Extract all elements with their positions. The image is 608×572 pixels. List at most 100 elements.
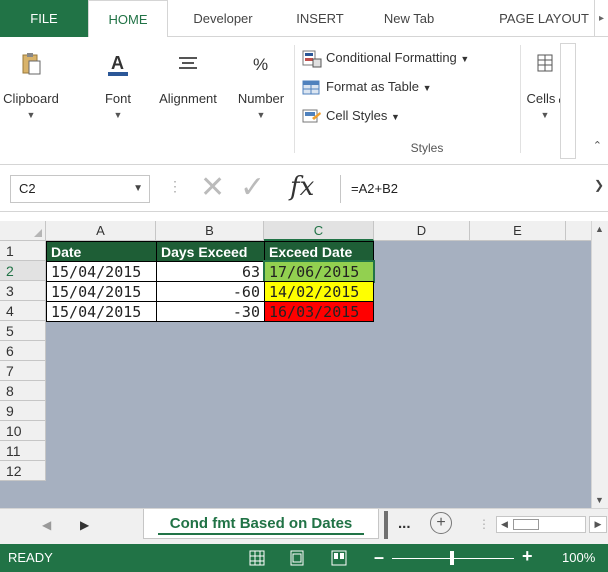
exceed-date-cell[interactable]: 14/02/2015: [264, 281, 374, 302]
scrollbar-thumb[interactable]: [513, 519, 539, 530]
row-header[interactable]: 10: [0, 421, 46, 441]
format-as-table-icon: [302, 79, 322, 97]
column-header-a[interactable]: A: [46, 221, 156, 241]
drag-handle-icon[interactable]: ⋮: [478, 517, 490, 531]
conditional-formatting-icon: [302, 50, 322, 68]
tab-file[interactable]: FILE: [0, 0, 88, 37]
exceed-date-cell[interactable]: 17/06/2015: [263, 260, 375, 283]
days-exceed-cell[interactable]: -30: [156, 301, 265, 322]
horizontal-scrollbar[interactable]: ◀ ▶: [496, 516, 607, 533]
font-button[interactable]: A Font ▼: [96, 45, 140, 155]
chevron-down-icon: ▼: [391, 112, 400, 122]
name-box-value: C2: [19, 181, 36, 196]
status-text: READY: [8, 550, 53, 565]
scroll-down-icon[interactable]: ▼: [595, 495, 604, 505]
page-layout-view-icon[interactable]: [288, 549, 306, 567]
chevron-down-icon: ▼: [113, 110, 123, 120]
ribbon-home: Clipboard ▼ A Font ▼ Alignment % Number …: [0, 37, 608, 165]
zoom-out-icon[interactable]: –: [374, 547, 384, 568]
format-as-table-button[interactable]: Format as Table ▼: [302, 76, 432, 98]
clipboard-label: Clipboard: [3, 91, 59, 106]
column-header-d[interactable]: D: [374, 221, 470, 241]
drag-handle-icon[interactable]: ⋮: [168, 178, 182, 195]
chevron-down-icon: ▼: [460, 54, 470, 64]
row-header[interactable]: 5: [0, 321, 46, 341]
previous-sheet-icon[interactable]: ◀: [42, 518, 51, 532]
chevron-down-icon: ▼: [26, 110, 36, 120]
row-header[interactable]: 6: [0, 341, 46, 361]
cell-styles-icon: [302, 108, 322, 126]
scroll-up-icon[interactable]: ▲: [595, 224, 604, 234]
row-header[interactable]: 4: [0, 301, 46, 321]
column-header-e[interactable]: E: [470, 221, 566, 241]
column-header-b[interactable]: B: [156, 221, 264, 241]
conditional-formatting-label: Conditional Formatting: [326, 50, 457, 65]
more-sheets-button[interactable]: ...: [398, 515, 411, 532]
add-sheet-icon[interactable]: +: [430, 512, 452, 534]
date-cell[interactable]: 15/04/2015: [46, 301, 157, 322]
row-header[interactable]: 2: [0, 261, 46, 281]
formula-text: =A2+B2: [351, 181, 398, 196]
name-box[interactable]: C2 ▼: [10, 175, 150, 203]
row-header[interactable]: 8: [0, 381, 46, 401]
zoom-level[interactable]: 100%: [562, 544, 595, 572]
scroll-right-icon[interactable]: ▶: [589, 516, 607, 533]
worksheet-grid[interactable]: A B C D E 1 2 3 4 5 6 7 8 9 10 11 12 Dat…: [0, 221, 608, 508]
date-cell[interactable]: 15/04/2015: [46, 261, 157, 282]
zoom-slider-thumb[interactable]: [450, 551, 454, 565]
expand-formula-bar-icon[interactable]: ❯: [594, 178, 604, 192]
row-header[interactable]: 7: [0, 361, 46, 381]
table-header-cell[interactable]: Days Exceed: [156, 241, 265, 262]
chevron-down-icon[interactable]: ▼: [133, 176, 143, 202]
ribbon-scrollbar[interactable]: [560, 43, 576, 159]
format-as-table-label: Format as Table: [326, 79, 419, 94]
column-header-c[interactable]: C: [264, 221, 374, 241]
align-center-icon: [175, 51, 201, 77]
sheet-tab-active[interactable]: Cond fmt Based on Dates: [143, 509, 379, 539]
days-exceed-cell[interactable]: 63: [156, 261, 265, 282]
chevron-down-icon: ▼: [422, 83, 432, 93]
row-header[interactable]: 1: [0, 241, 46, 261]
row-header[interactable]: 12: [0, 461, 46, 481]
svg-text:%: %: [253, 55, 268, 74]
table-header-cell[interactable]: Date: [46, 241, 157, 262]
number-label: Number: [237, 91, 285, 106]
clipboard-button[interactable]: Clipboard ▼: [2, 45, 60, 155]
svg-text:A: A: [111, 53, 124, 73]
tab-page-layout[interactable]: PAGE LAYOUT: [494, 0, 594, 37]
exceed-date-cell[interactable]: 16/03/2015: [264, 301, 374, 322]
vertical-scrollbar[interactable]: ▲ ▼: [591, 221, 608, 508]
ribbon-separator: [520, 45, 521, 153]
collapse-ribbon-icon[interactable]: ⌃: [593, 139, 602, 152]
chevron-down-icon: ▼: [256, 110, 266, 120]
conditional-formatting-button[interactable]: Conditional Formatting ▼: [302, 47, 469, 69]
row-header[interactable]: 9: [0, 401, 46, 421]
row-header[interactable]: 3: [0, 281, 46, 301]
cell-styles-button[interactable]: Cell Styles ▼: [302, 105, 400, 127]
page-break-view-icon[interactable]: [330, 549, 348, 567]
ribbon-separator: [294, 45, 295, 153]
days-exceed-cell[interactable]: -60: [156, 281, 265, 302]
next-sheet-icon[interactable]: ▶: [80, 518, 89, 532]
tab-home[interactable]: HOME: [88, 0, 168, 38]
alignment-button[interactable]: Alignment: [146, 45, 230, 155]
tab-new-tab[interactable]: New Tab: [372, 0, 446, 37]
font-color-icon: A: [105, 51, 131, 77]
cancel-icon[interactable]: ✕: [200, 170, 225, 205]
scroll-left-icon[interactable]: ◀: [501, 519, 508, 530]
tab-split-handle[interactable]: [384, 511, 388, 539]
enter-checkmark-icon[interactable]: ✓: [240, 170, 265, 205]
tab-insert[interactable]: INSERT: [278, 0, 362, 37]
tab-scroll-right-icon[interactable]: ▸: [594, 0, 608, 37]
zoom-in-icon[interactable]: +: [522, 546, 533, 567]
normal-view-icon[interactable]: [248, 549, 266, 567]
formula-input[interactable]: =A2+B2: [340, 175, 606, 203]
select-all-corner[interactable]: [0, 221, 46, 241]
cells-icon: [532, 51, 558, 77]
insert-function-icon[interactable]: fx: [290, 172, 314, 202]
table-header-cell[interactable]: Exceed Date: [264, 241, 374, 262]
row-header[interactable]: 11: [0, 441, 46, 461]
number-button[interactable]: % Number ▼: [230, 45, 292, 155]
tab-developer[interactable]: Developer: [178, 0, 268, 37]
date-cell[interactable]: 15/04/2015: [46, 281, 157, 302]
